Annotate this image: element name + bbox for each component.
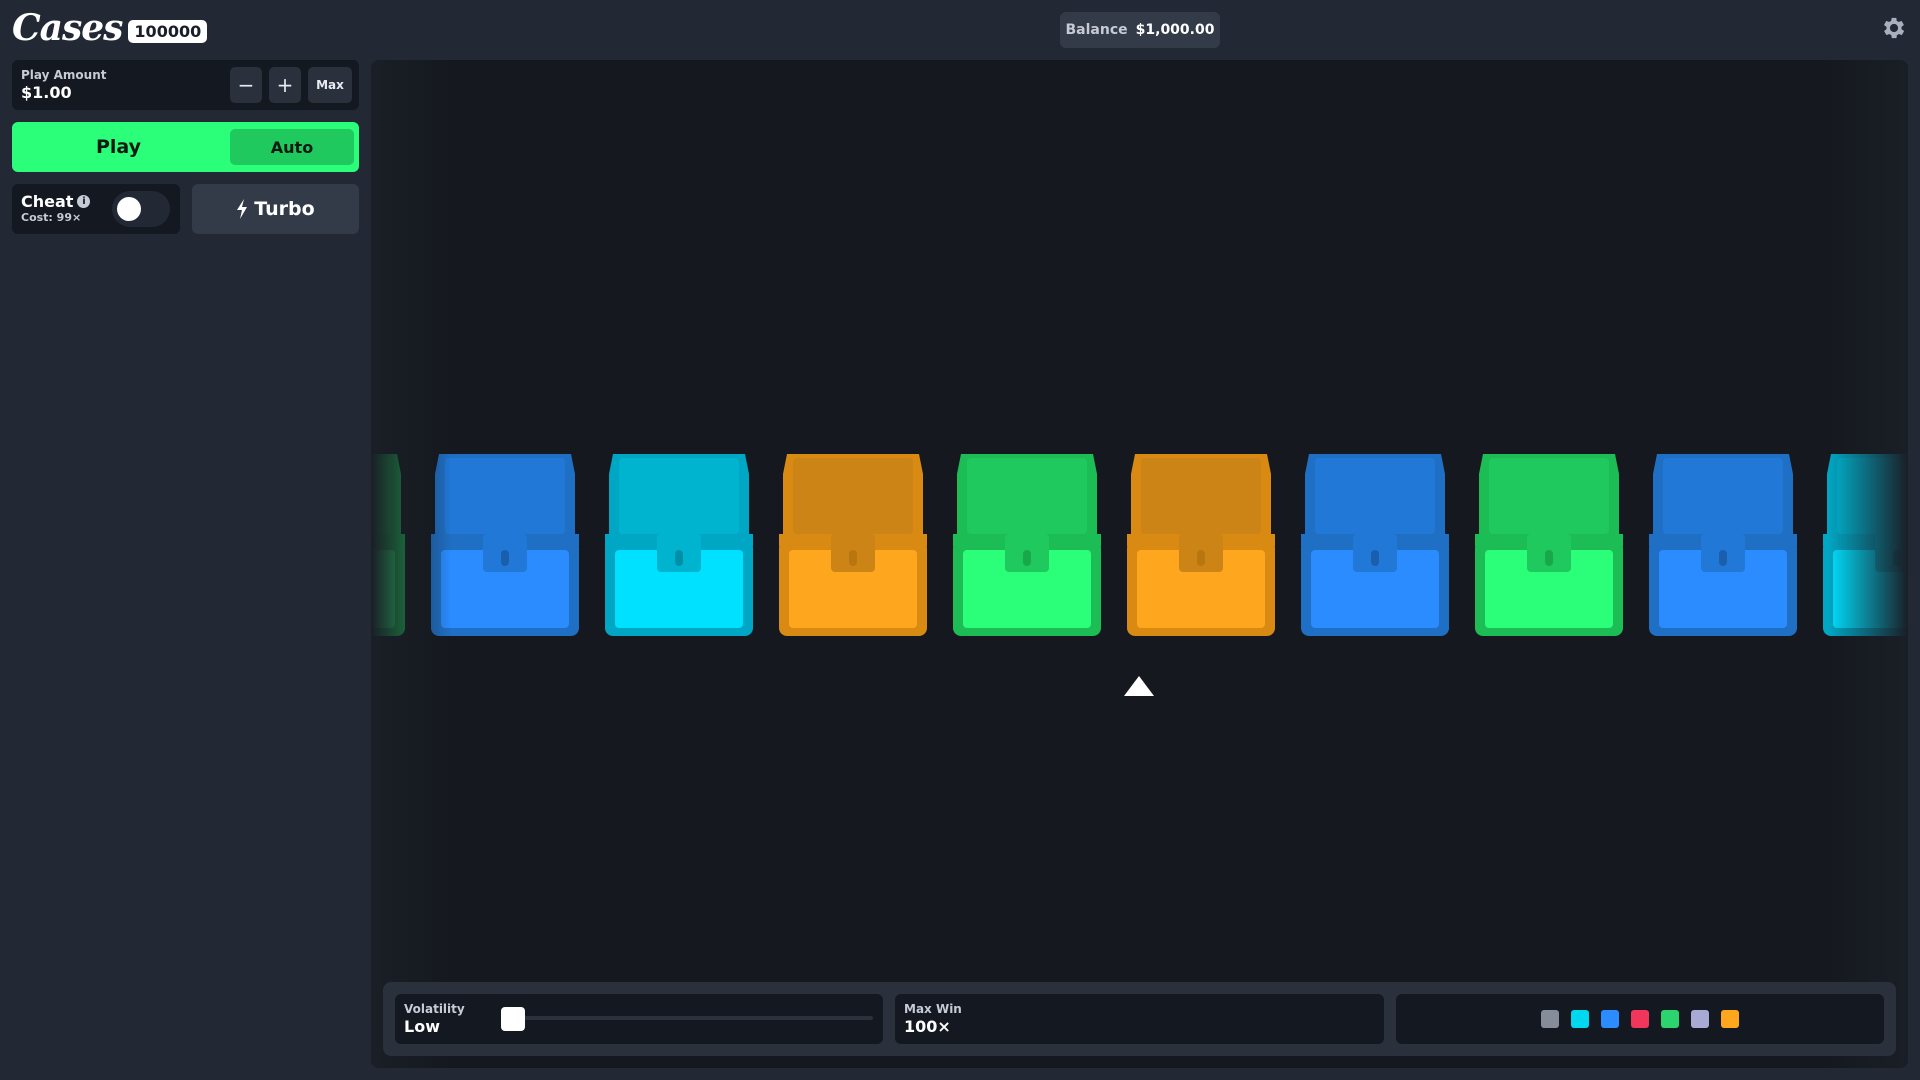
logo: Cases 100000 [12, 7, 208, 49]
logo-badge: 100000 [128, 19, 208, 43]
chest-green [1475, 454, 1623, 636]
volatility-slider-track[interactable] [503, 1016, 873, 1020]
cheat-cost: Cost: 99× [21, 211, 82, 224]
reel-fade-left [371, 60, 451, 1068]
volatility-control: Volatility Low [395, 994, 883, 1044]
cheat-label: Cheat [21, 192, 74, 211]
game-area: Volatility Low Max Win 100× [371, 60, 1908, 1068]
chest-green [953, 454, 1101, 636]
auto-button[interactable]: Auto [230, 129, 354, 165]
bottom-panel: Volatility Low Max Win 100× [383, 982, 1896, 1056]
play-button[interactable]: Play Auto [12, 122, 359, 172]
play-amount-value[interactable]: $1.00 [21, 83, 72, 102]
play-amount-field[interactable]: Play Amount $1.00 − + Max [12, 60, 359, 110]
color-swatch [1721, 1010, 1739, 1028]
color-legend [1396, 994, 1884, 1044]
reel-fade-right [1828, 60, 1908, 1068]
turbo-button[interactable]: Turbo [192, 184, 359, 234]
balance-label: Balance [1065, 22, 1128, 38]
play-label: Play [95, 136, 142, 158]
play-amount-label: Play Amount [21, 68, 107, 82]
chest-orange [1127, 454, 1275, 636]
chest-orange [779, 454, 927, 636]
color-swatch [1661, 1010, 1679, 1028]
cheat-control: Cheat i Cost: 99× [12, 184, 180, 234]
decrease-amount-button[interactable]: − [230, 67, 262, 103]
chest-blue [1649, 454, 1797, 636]
pointer-arrow-icon [1124, 676, 1154, 696]
volatility-value: Low [404, 1017, 440, 1036]
lightning-icon [237, 199, 248, 219]
volatility-label: Volatility [404, 1002, 465, 1016]
color-swatch [1571, 1010, 1589, 1028]
chest-blue [1301, 454, 1449, 636]
turbo-label: Turbo [254, 198, 315, 220]
color-swatch [1601, 1010, 1619, 1028]
color-swatch [1631, 1010, 1649, 1028]
max-win-display: Max Win 100× [895, 994, 1384, 1044]
chest-cyan [605, 454, 753, 636]
info-icon[interactable]: i [77, 195, 91, 208]
max-win-value: 100× [904, 1017, 951, 1036]
color-swatch [1541, 1010, 1559, 1028]
logo-text: Cases [12, 7, 123, 49]
color-swatch [1691, 1010, 1709, 1028]
volatility-slider-thumb[interactable] [501, 1007, 525, 1031]
toggle-knob [117, 197, 141, 221]
max-win-label: Max Win [904, 1002, 962, 1016]
increase-amount-button[interactable]: + [269, 67, 301, 103]
max-amount-button[interactable]: Max [308, 67, 352, 103]
cheat-title: Cheat i [21, 192, 91, 211]
cheat-toggle[interactable] [112, 191, 170, 227]
balance-value: $1,000.00 [1135, 22, 1215, 38]
chest-blue [431, 454, 579, 636]
top-bar: Cases 100000 Balance $1,000.00 [0, 0, 1920, 60]
balance-display: Balance $1,000.00 [1060, 12, 1220, 48]
settings-gear-icon[interactable] [1880, 14, 1908, 42]
